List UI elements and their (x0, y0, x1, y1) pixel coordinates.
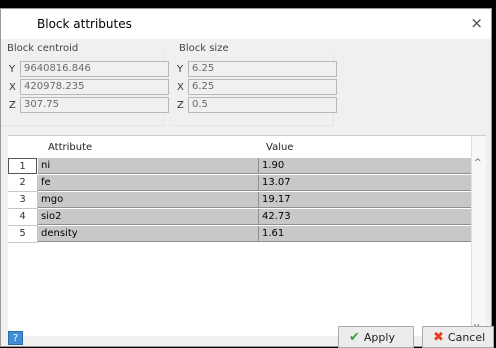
attributes-table: Attribute Value 1 ni 1.90 2 fe 13.07 3 m… (8, 135, 486, 336)
table-scrollbar[interactable]: ^ v (471, 136, 486, 336)
row-number[interactable]: 1 (8, 158, 37, 174)
cancel-label: Cancel (447, 330, 486, 344)
centroid-z-field[interactable]: 307.75 (20, 97, 169, 113)
centroid-y-row: Y 9640816.846 (9, 61, 169, 77)
table-row[interactable]: 1 ni 1.90 (8, 158, 472, 175)
title-bar: Block attributes × (1, 9, 491, 39)
centroid-x-row: X 420978.235 (9, 79, 169, 95)
value-cell[interactable]: 42.73 (259, 209, 472, 225)
attribute-column-header[interactable]: Attribute (48, 142, 92, 153)
size-y-field[interactable]: 6.25 (188, 61, 337, 77)
table-row[interactable]: 2 fe 13.07 (8, 175, 472, 192)
centroid-x-field[interactable]: 420978.235 (20, 79, 169, 95)
size-x-field[interactable]: 6.25 (188, 79, 337, 95)
value-cell[interactable]: 1.90 (259, 158, 472, 174)
centroid-x-label: X (9, 81, 16, 93)
check-icon: ✔ (349, 329, 360, 345)
size-y-row: Y 6.25 (177, 61, 337, 77)
centroid-z-label: Z (9, 99, 16, 111)
row-number[interactable]: 2 (8, 175, 38, 192)
table-row[interactable]: 4 sio2 42.73 (8, 209, 472, 226)
value-cell[interactable]: 13.07 (259, 175, 472, 191)
dialog-title: Block attributes (37, 17, 132, 31)
apply-button[interactable]: ✔ Apply (338, 326, 414, 348)
close-button[interactable]: × (470, 14, 483, 32)
size-z-row: Z 0.5 (177, 97, 337, 113)
x-icon: ✖ (433, 329, 444, 345)
size-y-label: Y (177, 63, 184, 75)
centroid-z-row: Z 307.75 (9, 97, 169, 113)
value-column-header[interactable]: Value (266, 142, 293, 153)
help-button[interactable]: ? (8, 331, 23, 345)
apply-label: Apply (363, 330, 395, 344)
row-number[interactable]: 3 (8, 192, 38, 209)
table-row[interactable]: 5 density 1.61 (8, 226, 472, 243)
size-x-label: X (177, 81, 184, 93)
row-number[interactable]: 4 (8, 209, 38, 226)
attribute-cell[interactable]: ni (38, 158, 259, 174)
help-icon: ? (12, 333, 19, 344)
value-cell[interactable]: 19.17 (259, 192, 472, 208)
value-cell[interactable]: 1.61 (259, 226, 472, 242)
scroll-up-arrow-icon[interactable]: ^ (474, 158, 482, 168)
attribute-cell[interactable]: fe (38, 175, 259, 191)
centroid-y-label: Y (9, 63, 16, 75)
centroid-y-field[interactable]: 9640816.846 (20, 61, 169, 77)
attribute-cell[interactable]: mgo (38, 192, 259, 208)
attribute-cell[interactable]: density (38, 226, 259, 242)
size-z-label: Z (177, 99, 184, 111)
table-header: Attribute Value (8, 136, 472, 158)
row-number[interactable]: 5 (8, 226, 38, 243)
size-z-field[interactable]: 0.5 (188, 97, 337, 113)
cancel-button[interactable]: ✖ Cancel (422, 326, 494, 348)
table-row[interactable]: 3 mgo 19.17 (8, 192, 472, 209)
attribute-cell[interactable]: sio2 (38, 209, 259, 225)
size-x-row: X 6.25 (177, 79, 337, 95)
